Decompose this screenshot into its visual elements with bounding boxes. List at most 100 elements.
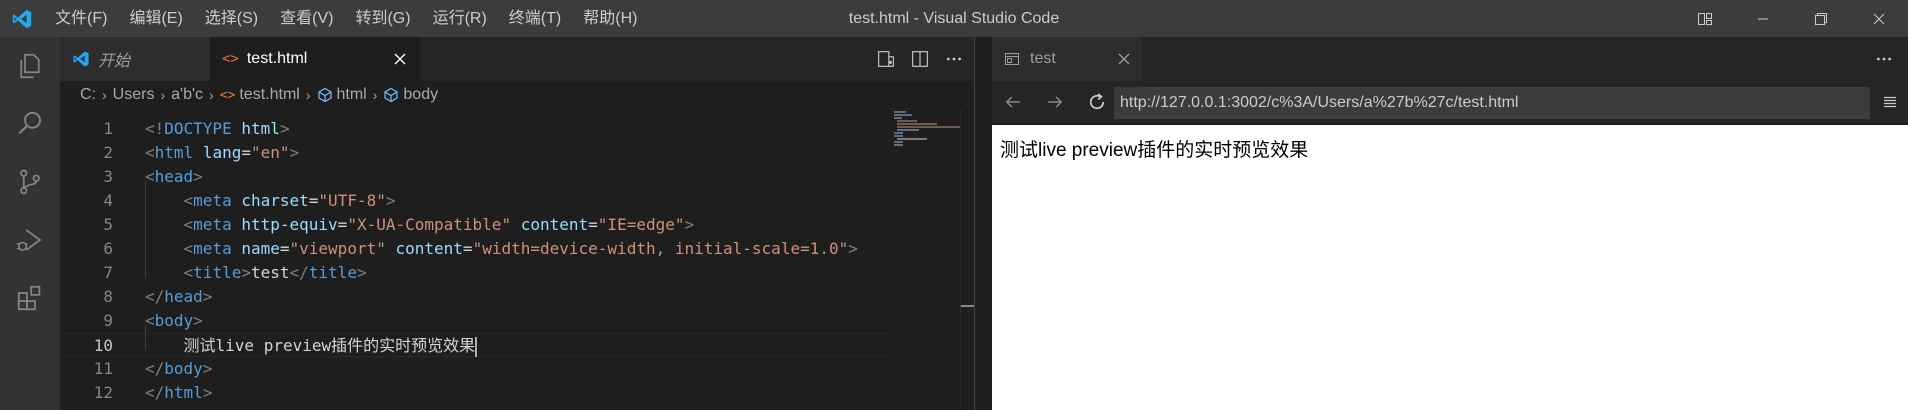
preview-icon <box>1004 51 1020 67</box>
reload-icon[interactable] <box>1076 81 1118 123</box>
tab-preview[interactable]: test <box>992 37 1142 81</box>
code-token: html <box>241 119 280 138</box>
code-line[interactable]: 6 <meta name="viewport" content="width=d… <box>60 237 890 261</box>
code-content: <html lang="en"> <box>145 141 299 165</box>
activity-bar <box>0 37 60 410</box>
line-number: 9 <box>103 311 113 330</box>
preview-page[interactable]: 测试live preview插件的实时预览效果 <box>992 125 1908 410</box>
code-line[interactable]: 5 <meta http-equiv="X-UA-Compatible" con… <box>60 213 890 237</box>
close-tab-button[interactable] <box>390 49 410 69</box>
code-token: > <box>356 263 367 282</box>
split-editor-icon[interactable] <box>908 47 932 71</box>
breadcrumb-symbol[interactable]: html <box>317 86 367 104</box>
menu-item[interactable]: 终端(T) <box>498 0 572 37</box>
chevron-right-icon: › <box>372 87 378 103</box>
line-number: 4 <box>103 191 113 210</box>
breadcrumb-label: body <box>403 86 439 103</box>
code-token: = <box>241 143 251 162</box>
url-input[interactable] <box>1114 87 1870 119</box>
editor-group-divider[interactable] <box>974 37 992 410</box>
menu-item[interactable]: 文件(F) <box>44 0 118 37</box>
breadcrumb-symbol[interactable]: body <box>383 86 438 104</box>
search-icon[interactable] <box>0 95 60 153</box>
code-line[interactable]: 1 <!DOCTYPE html> <box>60 117 890 141</box>
code-line[interactable]: 8 </head> <box>60 285 890 309</box>
code-token: < <box>183 191 194 210</box>
code-token: > <box>279 119 290 138</box>
back-arrow-icon[interactable] <box>992 81 1034 123</box>
restore-button[interactable] <box>1792 0 1850 37</box>
code-token: meta <box>193 215 232 234</box>
code-token: 测试live preview插件的实时预览效果 <box>145 336 476 355</box>
code-line[interactable]: 12 </html> <box>60 381 890 405</box>
code-content: <meta http-equiv="X-UA-Compatible" conte… <box>145 213 695 237</box>
code-line[interactable]: 7 <title>test</title> <box>60 261 890 285</box>
run-debug-icon[interactable] <box>0 211 60 269</box>
code-token: > <box>684 215 695 234</box>
menu-item[interactable]: 帮助(H) <box>572 0 648 37</box>
close-tab-button[interactable] <box>1118 53 1130 65</box>
line-number: 2 <box>103 143 113 162</box>
code-text-area[interactable]: 1 <!DOCTYPE html> 2 <html lang="en"> 3 <head>… <box>60 109 974 410</box>
minimize-button[interactable] <box>1734 0 1792 37</box>
breadcrumb-file[interactable]: <> test.html <box>220 86 300 104</box>
code-token: title <box>193 263 242 282</box>
open-preview-icon[interactable] <box>874 47 898 71</box>
menu-item[interactable]: 运行(R) <box>422 0 498 37</box>
code-content: </html> <box>145 381 212 405</box>
code-token: < <box>183 263 194 282</box>
code-token: html <box>154 143 194 162</box>
tab-start[interactable]: 开始 <box>60 37 210 81</box>
forward-arrow-icon[interactable] <box>1034 81 1076 123</box>
breadcrumb-item[interactable]: Users <box>113 86 155 104</box>
code-line[interactable]: 9 <body> <box>60 309 890 333</box>
menu-item[interactable]: 查看(V) <box>269 0 344 37</box>
line-number: 5 <box>103 215 113 234</box>
code-line[interactable]: 10 测试live preview插件的实时预览效果 <box>60 333 890 357</box>
more-actions-icon[interactable] <box>942 47 966 71</box>
code-token: DOCTYPE <box>164 119 232 138</box>
code-token: head <box>164 287 203 306</box>
menu-item[interactable]: 选择(S) <box>194 0 269 37</box>
chevron-right-icon: › <box>305 87 311 103</box>
more-actions-icon[interactable] <box>1872 47 1896 71</box>
extensions-icon[interactable] <box>0 269 60 327</box>
close-window-button[interactable] <box>1850 0 1908 37</box>
line-number: 10 <box>93 336 113 355</box>
html-file-icon: <> <box>219 87 236 103</box>
menu-item[interactable]: 转到(G) <box>344 0 421 37</box>
vscode-logo-icon <box>72 50 90 68</box>
text-cursor <box>475 336 478 357</box>
line-number: 6 <box>103 239 113 258</box>
layout-toggle-icon[interactable] <box>1676 0 1734 37</box>
tab-label: test.html <box>246 50 308 67</box>
vertical-scrollbar[interactable] <box>960 109 975 410</box>
code-line[interactable]: 4 <meta charset="UTF-8"> <box>60 189 890 213</box>
minimap[interactable] <box>892 109 963 149</box>
code-token: "UTF-8" <box>318 191 386 210</box>
menu-item[interactable]: 编辑(E) <box>118 0 193 37</box>
code-line[interactable]: 2 <html lang="en"> <box>60 141 890 165</box>
code-token: = <box>462 239 473 258</box>
code-token: = <box>308 191 319 210</box>
code-editor-group: 开始 <> test.html C: › Users › a'b'c › <> … <box>60 37 975 410</box>
code-token: body <box>154 311 194 330</box>
code-token: body <box>164 359 203 378</box>
tab-test-html[interactable]: <> test.html <box>210 37 420 81</box>
code-line[interactable]: 3 <head> <box>60 165 890 189</box>
breadcrumb-item[interactable]: a'b'c <box>171 86 203 104</box>
source-control-icon[interactable] <box>0 153 60 211</box>
explorer-icon[interactable] <box>0 37 60 95</box>
code-token: < <box>145 143 155 162</box>
editor-actions <box>874 37 966 81</box>
hamburger-menu-icon[interactable] <box>1878 90 1902 114</box>
line-number: 1 <box>103 119 113 138</box>
breadcrumb-item[interactable]: C: <box>80 86 96 104</box>
code-line[interactable]: 11 </body> <box>60 357 890 381</box>
line-number: 11 <box>93 359 113 378</box>
